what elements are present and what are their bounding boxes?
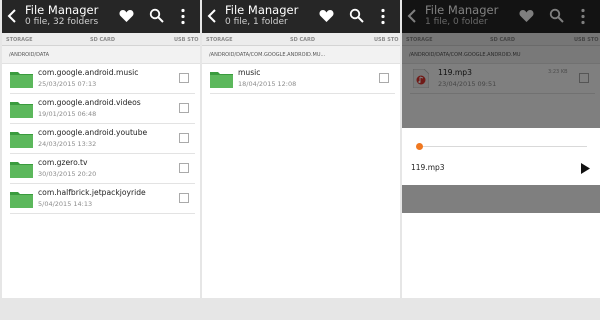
- screen-music-folder: File Manager 0 file, 1 folder STORAGE SD…: [202, 0, 400, 298]
- current-path: /ANDROID/DATA/COM.GOOGLE.ANDROID.MU...: [209, 52, 326, 58]
- search-icon[interactable]: [149, 8, 164, 23]
- select-checkbox[interactable]: [179, 73, 189, 83]
- tab-usb-storage[interactable]: USB STO: [374, 37, 398, 43]
- seek-track[interactable]: [417, 146, 587, 147]
- item-date: 19/01/2015 06:48: [38, 110, 97, 118]
- app-title: File Manager: [225, 3, 299, 17]
- screen-android-data: File Manager 0 file, 32 folders STORAGE …: [2, 0, 200, 298]
- item-name: com.gzero.tv: [38, 158, 88, 167]
- action-bar: File Manager 0 file, 1 folder: [202, 0, 400, 33]
- list-item[interactable]: com.google.android.music 25/03/2015 07:1…: [2, 64, 200, 94]
- audio-player-popup: 119.mp3: [402, 128, 600, 185]
- divider: [10, 213, 195, 214]
- folder-icon: [10, 102, 33, 118]
- current-path: /ANDROID/DATA: [9, 52, 49, 58]
- heart-icon[interactable]: [319, 9, 334, 23]
- more-vert-icon[interactable]: [180, 8, 186, 25]
- folder-icon: [10, 132, 33, 148]
- player-track-name: 119.mp3: [411, 163, 445, 172]
- dim-overlay-bottom[interactable]: [402, 185, 600, 213]
- tab-sd-card[interactable]: SD CARD: [290, 37, 315, 43]
- item-name: com.google.android.youtube: [38, 128, 148, 137]
- list-item[interactable]: com.google.android.youtube 24/03/2015 13…: [2, 124, 200, 154]
- folder-icon: [10, 162, 33, 178]
- item-date: 24/03/2015 13:32: [38, 140, 97, 148]
- list-item[interactable]: music 18/04/2015 12:08: [202, 64, 400, 94]
- select-checkbox[interactable]: [179, 103, 189, 113]
- tab-storage[interactable]: STORAGE: [206, 37, 233, 43]
- item-date: 18/04/2015 12:08: [238, 80, 297, 88]
- search-icon[interactable]: [349, 8, 364, 23]
- folder-icon: [10, 72, 33, 88]
- item-name: com.google.android.music: [38, 68, 139, 77]
- tab-usb-storage[interactable]: USB STO: [174, 37, 198, 43]
- folder-icon: [10, 192, 33, 208]
- item-name: com.google.android.videos: [38, 98, 141, 107]
- list-item[interactable]: com.google.android.videos 19/01/2015 06:…: [2, 94, 200, 124]
- storage-tabs: STORAGE SD CARD USB STO: [202, 33, 400, 46]
- item-count: 0 file, 32 folders: [25, 17, 99, 27]
- folder-icon: [210, 72, 233, 88]
- list-item[interactable]: com.halfbrick.jetpackjoyride 5/04/2015 1…: [2, 184, 200, 214]
- select-checkbox[interactable]: [179, 133, 189, 143]
- seek-handle[interactable]: [416, 143, 423, 150]
- back-arrow-icon[interactable]: [207, 9, 217, 23]
- more-vert-icon[interactable]: [380, 8, 386, 25]
- select-checkbox[interactable]: [379, 73, 389, 83]
- select-checkbox[interactable]: [179, 163, 189, 173]
- heart-icon[interactable]: [119, 9, 134, 23]
- app-title: File Manager: [25, 3, 99, 17]
- item-count: 0 file, 1 folder: [225, 17, 288, 27]
- path-bar: /ANDROID/DATA/COM.GOOGLE.ANDROID.MU...: [202, 46, 400, 64]
- play-icon[interactable]: [581, 163, 590, 174]
- back-arrow-icon[interactable]: [7, 9, 17, 23]
- item-date: 5/04/2015 14:13: [38, 200, 93, 208]
- screen-mp3-playing: File Manager 1 file, 0 folder STORAGE SD…: [402, 0, 600, 298]
- action-bar: File Manager 0 file, 32 folders: [2, 0, 200, 33]
- item-name: music: [238, 68, 261, 77]
- storage-tabs: STORAGE SD CARD USB STO: [2, 33, 200, 46]
- divider: [210, 93, 395, 94]
- tab-sd-card[interactable]: SD CARD: [90, 37, 115, 43]
- tab-storage[interactable]: STORAGE: [6, 37, 33, 43]
- item-date: 25/03/2015 07:13: [38, 80, 97, 88]
- dim-overlay[interactable]: [402, 0, 600, 128]
- item-name: com.halfbrick.jetpackjoyride: [38, 188, 146, 197]
- list-item[interactable]: com.gzero.tv 30/03/2015 20:20: [2, 154, 200, 184]
- select-checkbox[interactable]: [179, 193, 189, 203]
- path-bar: /ANDROID/DATA: [2, 46, 200, 64]
- item-date: 30/03/2015 20:20: [38, 170, 97, 178]
